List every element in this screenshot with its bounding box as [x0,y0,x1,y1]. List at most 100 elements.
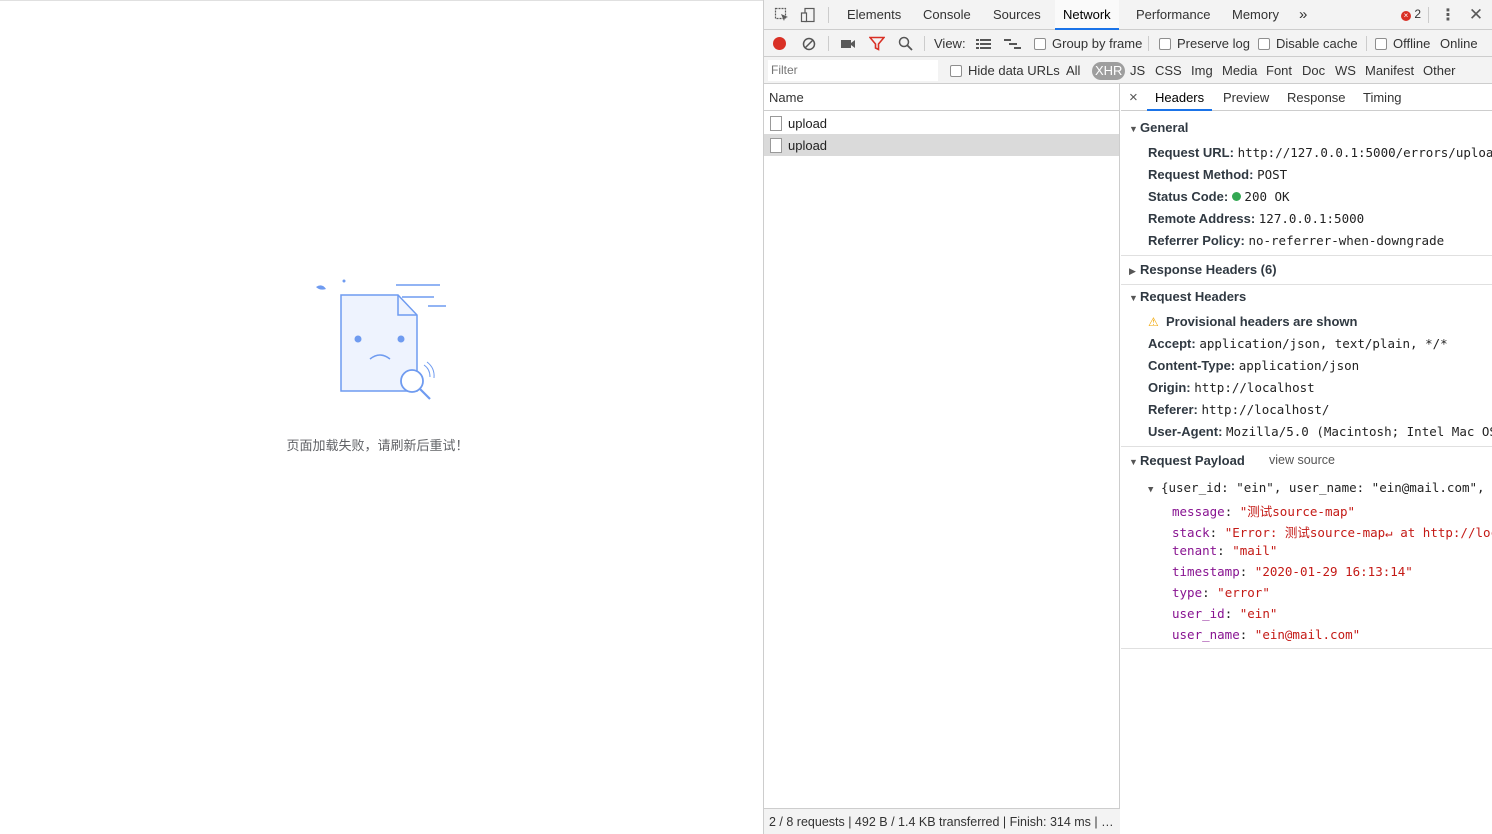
filter-img[interactable]: Img [1191,62,1213,80]
request-row-selected[interactable]: upload [764,134,1119,156]
large-rows-toggle[interactable] [976,30,992,57]
request-row[interactable]: upload [764,112,1119,134]
payload-value: "ein@mail.com" [1254,627,1361,642]
request-payload-toggle[interactable]: ▼ Request Payload [1129,453,1245,468]
filter-all[interactable]: All [1066,62,1080,80]
filter-doc[interactable]: Doc [1302,62,1325,80]
tab-elements[interactable]: Elements [847,0,901,30]
hide-data-urls-checkbox[interactable]: Hide data URLs [950,57,1060,84]
record-button[interactable] [773,30,786,57]
detail-tab-bar: × Headers Preview Response Timing [1121,84,1492,111]
filter-media[interactable]: Media [1222,62,1257,80]
group-by-frame-label: Group by frame [1052,36,1143,51]
payload-key: message [1172,504,1225,519]
filter-bar: Hide data URLs All XHR JS CSS Img Media … [764,57,1492,84]
payload-expand-icon: ▼ [1148,485,1154,495]
filter-ws[interactable]: WS [1335,62,1356,80]
section-divider [1121,446,1492,447]
remote-address-row: Remote Address: 127.0.0.1:5000 [1148,211,1364,226]
search-icon [898,36,913,51]
expanded-triangle-icon: ▼ [1129,124,1138,134]
provisional-warning: ⚠ Provisional headers are shown [1148,314,1357,329]
content-type-key: Content-Type: [1148,358,1236,373]
accept-key: Accept: [1148,336,1196,351]
clear-button[interactable] [802,30,816,57]
filter-toggle-button[interactable] [869,30,885,57]
filter-other[interactable]: Other [1423,62,1456,80]
payload-field: type: "error" [1172,585,1270,600]
accept-value: application/json, text/plain, */* [1199,336,1448,351]
tab-memory[interactable]: Memory [1232,0,1279,30]
collapsed-triangle-icon: ▶ [1129,266,1136,276]
tab-console[interactable]: Console [923,0,971,30]
payload-summary[interactable]: ▼ {user_id: "ein", user_name: "ein@mail.… [1148,480,1492,495]
user-agent-key: User-Agent: [1148,424,1223,439]
payload-value: "mail" [1232,543,1278,558]
throttling-select[interactable]: Online [1440,30,1478,57]
payload-value: "测试source-map" [1239,504,1356,519]
preserve-log-label: Preserve log [1177,36,1250,51]
filter-font[interactable]: Font [1266,62,1292,80]
general-section-toggle[interactable]: ▼ General [1129,120,1188,135]
close-devtools-icon[interactable]: ✕ [1466,5,1486,25]
tab-response[interactable]: Response [1287,84,1346,111]
record-icon [773,37,786,50]
filter-manifest[interactable]: Manifest [1365,62,1414,80]
kebab-menu-icon[interactable]: ⋮ [1438,5,1458,25]
inspect-element-icon[interactable] [772,5,792,25]
tab-network[interactable]: Network [1055,0,1119,30]
request-payload-title: Request Payload [1140,453,1245,468]
payload-value: "2020-01-29 16:13:14" [1254,564,1413,579]
filter-xhr[interactable]: XHR [1092,62,1126,80]
more-tabs-button[interactable]: » [1299,0,1307,30]
section-divider [1121,255,1492,256]
status-ok-icon [1231,192,1241,201]
general-title: General [1140,120,1189,135]
referrer-policy-value: no-referrer-when-downgrade [1248,233,1445,248]
content-type-value: application/json [1238,358,1360,373]
close-detail-icon[interactable]: × [1129,84,1138,111]
tab-timing[interactable]: Timing [1363,84,1402,111]
referer-key: Referer: [1148,402,1198,417]
payload-field: user_name: "ein@mail.com" [1172,627,1361,642]
search-button[interactable] [898,30,913,57]
group-by-frame-checkbox[interactable]: Group by frame [1034,30,1142,57]
request-headers-toggle[interactable]: ▼ Request Headers [1129,289,1246,304]
name-column-header[interactable]: Name [764,84,1119,111]
remote-address-value: 127.0.0.1:5000 [1258,211,1365,226]
error-icon: × [1401,11,1411,21]
disable-cache-checkbox[interactable]: Disable cache [1258,30,1358,57]
origin-row: Origin: http://localhost [1148,380,1315,395]
screenshot-button[interactable] [840,30,856,57]
filter-js[interactable]: JS [1130,62,1145,80]
tab-headers[interactable]: Headers [1147,84,1213,111]
payload-key: tenant [1172,543,1218,558]
response-headers-toggle[interactable]: ▶ Response Headers (6) [1129,262,1277,277]
filter-input[interactable] [768,60,938,81]
preserve-log-checkbox[interactable]: Preserve log [1159,30,1250,57]
warning-icon: ⚠ [1148,315,1159,329]
view-source-link[interactable]: view source [1269,453,1335,467]
referer-row: Referer: http://localhost/ [1148,402,1329,417]
filter-css[interactable]: CSS [1155,62,1182,80]
overview-toggle[interactable] [1004,30,1022,57]
provisional-warning-text: Provisional headers are shown [1166,314,1358,329]
request-headers-title: Request Headers [1140,289,1247,304]
waterfall-icon [1004,38,1021,49]
video-camera-icon [841,39,855,48]
device-toolbar-icon[interactable] [798,5,818,25]
error-count-badge[interactable]: × 2 [1401,7,1421,21]
request-name: upload [788,137,828,153]
request-method-row: Request Method: POST [1148,167,1287,182]
request-url-key: Request URL: [1148,145,1234,160]
offline-label: Offline [1393,36,1431,51]
payload-value: "Error: 测试source-map↵ at http://localhos… [1224,525,1492,540]
offline-checkbox[interactable]: Offline [1375,30,1430,57]
tab-preview[interactable]: Preview [1223,84,1269,111]
payload-key: type [1172,585,1203,600]
payload-summary-text: {user_id: "ein", user_name: "ein@mail.co… [1160,480,1492,495]
payload-key: user_name [1172,627,1240,642]
accept-row: Accept: application/json, text/plain, */… [1148,336,1448,351]
tab-performance[interactable]: Performance [1136,0,1210,30]
tab-sources[interactable]: Sources [993,0,1041,30]
